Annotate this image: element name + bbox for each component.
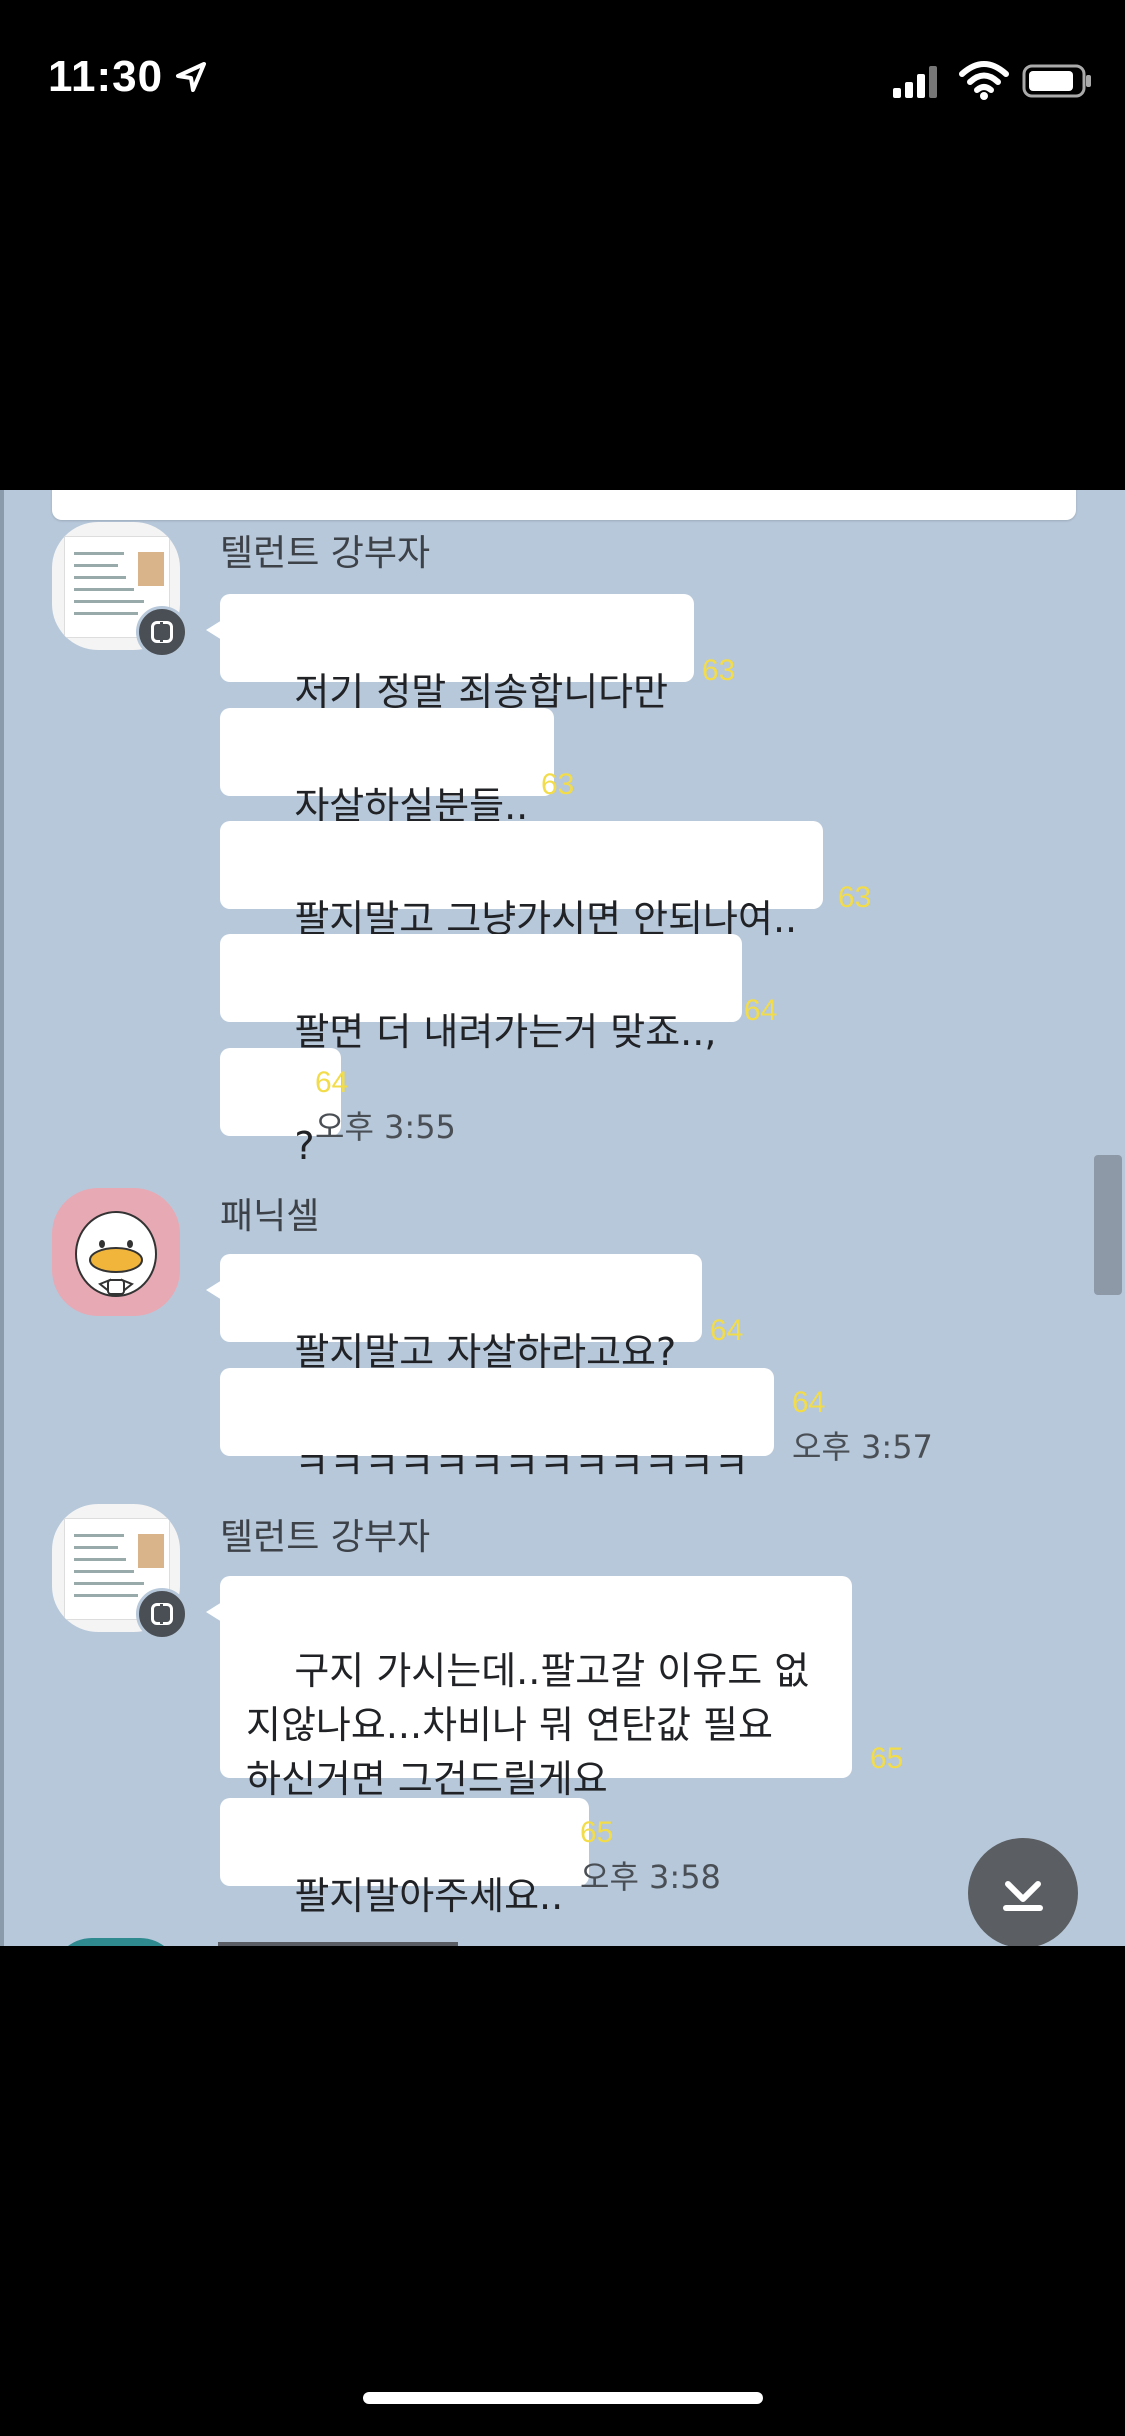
battery-icon [1022,64,1091,98]
home-indicator[interactable] [363,2392,763,2404]
unread-count: 64 [710,1314,744,1347]
profile-badge-icon [136,606,188,658]
message-bubble[interactable]: 팔지말고 그냥가시면 안되나여.. [220,821,824,941]
message-time: 오후 3:55 [315,1108,456,1146]
sender-name: 텔런트 강부자 [220,533,431,574]
unread-count: 64 [315,1066,349,1099]
unread-count: 64 [744,994,778,1027]
sender-name [218,1942,458,1946]
status-time: 11:30 [48,52,164,101]
unread-count: 63 [541,768,575,801]
previous-message-bubble [52,490,1076,520]
scroll-to-bottom-button[interactable] [968,1838,1078,1946]
unread-count: 64 [792,1386,826,1419]
sender-name: 패닉셀 [220,1196,320,1237]
unread-count: 65 [870,1742,904,1775]
chat-border [0,490,4,1946]
cellular-signal-icon [893,66,937,98]
unread-count: 63 [702,654,736,687]
message-bubble[interactable]: 팔면 더 내려가는거 맞죠.., [220,934,743,1054]
duck-avatar-icon [75,1211,157,1297]
unread-count: 63 [838,881,872,914]
wifi-icon [959,61,1009,100]
chat-area[interactable]: 텔런트 강부자 저기 정말 죄송합니다만 63 자살하실분들.. 63 팔지말고… [0,490,1125,1946]
scroll-to-bottom-icon [1003,1881,1043,1911]
profile-badge-icon [136,1588,188,1640]
location-arrow-icon [176,62,206,92]
unread-count: 65 [580,1816,614,1849]
avatar[interactable] [52,1188,180,1316]
message-bubble[interactable]: 구지 가시는데..팔고갈 이유도 없 지않나요...차비나 뭐 연탄값 필요 하… [206,1576,852,1801]
scrollbar-thumb[interactable] [1094,1155,1122,1295]
message-bubble[interactable]: 자살하실분들.. [220,708,555,828]
avatar[interactable] [52,1938,180,1946]
message-bubble[interactable]: 저기 정말 죄송합니다만 [206,594,695,714]
status-bar: 11:30 [0,0,1125,160]
message-bubble[interactable]: ㅋㅋㅋㅋㅋㅋㅋㅋㅋㅋㅋㅋㅋ [220,1368,774,1488]
message-bubble[interactable]: 팔지말고 자살하라고요? [206,1254,703,1374]
message-bubble[interactable]: 팔지말아주세요.. [220,1798,590,1918]
message-time: 오후 3:58 [580,1858,721,1896]
message-time: 오후 3:57 [792,1428,933,1466]
sender-name: 텔런트 강부자 [220,1517,431,1558]
